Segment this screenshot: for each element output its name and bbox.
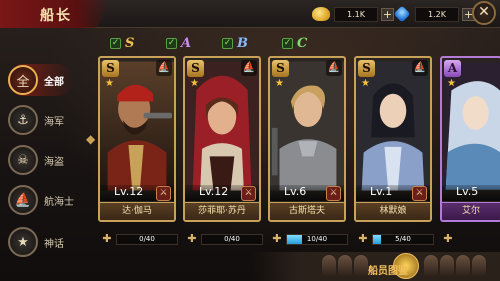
sidebar-item-pirate[interactable]: ☠ 海盗 (8, 144, 64, 176)
sidebar-item-all[interactable]: 全 全部 (8, 64, 74, 96)
anchor-icon: ⚓ (8, 105, 38, 135)
sidebar-item-navy[interactable]: ⚓ 海军 (8, 104, 64, 136)
progress-bar: 0/40 (201, 233, 263, 245)
sidebar-item-label: 海军 (44, 116, 64, 128)
rank-badge: S (102, 60, 119, 77)
captain-name: 艾尔 (442, 202, 500, 220)
grade-label: A (181, 36, 192, 51)
ornament-handle-icon: ◆ (86, 132, 96, 146)
star-icon: ★ (447, 78, 456, 89)
sidebar-item-myth[interactable]: ★ 神话 (8, 226, 64, 258)
check-icon: ✓ (110, 38, 121, 49)
crew-member-icon (354, 255, 368, 277)
check-icon: ✓ (222, 38, 233, 49)
progress-text: 10/40 (306, 234, 328, 243)
gem-amount: 1.2K (415, 6, 459, 22)
puzzle-piece-icon: ✚ (443, 232, 453, 245)
crew-member-icon (424, 255, 438, 277)
captain-name: 古斯塔夫 (270, 202, 344, 220)
close-button[interactable]: ✕ (472, 1, 496, 25)
class-icon: ⚔ (326, 186, 341, 201)
grade-label: C (297, 36, 308, 51)
ship-icon: ⛵ (412, 60, 428, 76)
sidebar-item-navigator[interactable]: ⛵ 航海士 (8, 184, 74, 216)
captain-card[interactable]: S ★ ⛵ Lv.12 ⚔ 达·伽马 (98, 56, 176, 222)
star-icon: ★ (275, 78, 284, 89)
puzzle-piece-icon: ✚ (102, 232, 112, 245)
gold-coin-icon (312, 7, 330, 21)
star-icon: ★ (361, 78, 370, 89)
captain-name: 林默娘 (356, 202, 430, 220)
crew-member-icon (440, 255, 454, 277)
captain-card[interactable]: S ★ ⛵ Lv.6 ⚔ 古斯塔夫 (268, 56, 346, 222)
ship-icon: ⛵ (156, 60, 172, 76)
ship-icon: ⛵ (326, 60, 342, 76)
star-icon: ★ (8, 227, 38, 257)
progress-text: 5/40 (395, 234, 411, 243)
crew-codex-label[interactable]: 船员图鉴 (368, 262, 408, 277)
ship-icon: ⛵ (8, 185, 38, 215)
class-icon: ⚔ (412, 186, 427, 201)
class-icon: ⚔ (156, 186, 171, 201)
gem-resource: 1.2K + (393, 5, 475, 23)
fragment-progress: ✚ (441, 232, 500, 246)
star-icon: ★ (190, 78, 199, 89)
skull-icon: ☠ (8, 145, 38, 175)
captain-card[interactable]: S ★ ⛵ Lv.1 ⚔ 林默娘 (354, 56, 432, 222)
captain-name: 达·伽马 (100, 202, 174, 220)
progress-bar: 0/40 (116, 233, 178, 245)
sidebar-item-label: 全部 (44, 76, 64, 88)
rank-badge: S (187, 60, 204, 77)
crew-member-icon (472, 255, 486, 277)
fragment-progress: ✚ 0/40 (100, 232, 178, 246)
grade-filter-c[interactable]: ✓ C (282, 36, 307, 51)
rank-badge: A (444, 60, 461, 77)
grade-filter-a[interactable]: ✓ A (166, 36, 191, 51)
puzzle-piece-icon: ✚ (358, 232, 368, 245)
fragment-progress: ✚ 10/40 (270, 232, 348, 246)
progress-bar: 5/40 (372, 233, 434, 245)
rank-badge: S (272, 60, 289, 77)
gem-icon (393, 5, 411, 23)
check-icon: ✓ (282, 38, 293, 49)
crew-member-icon (338, 255, 352, 277)
gold-amount: 1.1K (334, 6, 378, 22)
grade-filter-b[interactable]: ✓ B (222, 36, 248, 51)
puzzle-piece-icon: ✚ (272, 232, 282, 245)
sidebar-item-label: 海盗 (44, 156, 64, 168)
progress-text: 0/40 (224, 234, 240, 243)
ship-icon: ⛵ (241, 60, 257, 76)
gold-resource: 1.1K + (312, 5, 394, 23)
star-icon: ★ (105, 78, 114, 89)
progress-text: 0/40 (139, 234, 155, 243)
top-bar: 船长 1.1K + 1.2K + ✕ (0, 0, 500, 28)
crew-member-icon (456, 255, 470, 277)
check-icon: ✓ (166, 38, 177, 49)
progress-bar: 10/40 (286, 233, 348, 245)
fragment-progress: ✚ 0/40 (185, 232, 263, 246)
fragment-progress: ✚ 5/40 (356, 232, 434, 246)
puzzle-piece-icon: ✚ (187, 232, 197, 245)
rank-badge: S (358, 60, 375, 77)
grade-label: S (125, 36, 135, 51)
class-icon: ⚔ (241, 186, 256, 201)
all-icon: 全 (8, 65, 38, 95)
captain-card[interactable]: S ★ ⛵ Lv.12 ⚔ 莎菲耶·苏丹 (183, 56, 261, 222)
sidebar-item-label: 航海士 (44, 196, 74, 208)
page-title: 船长 (40, 8, 72, 24)
sidebar-item-label: 神话 (44, 238, 64, 250)
captain-card[interactable]: A ★ Lv.5 艾尔 (440, 56, 500, 222)
grade-filter-s[interactable]: ✓ S (110, 36, 134, 51)
crew-member-icon (322, 255, 336, 277)
captain-name: 莎菲耶·苏丹 (185, 202, 259, 220)
grade-label: B (237, 36, 248, 51)
level-label: Lv.5 (442, 185, 500, 201)
